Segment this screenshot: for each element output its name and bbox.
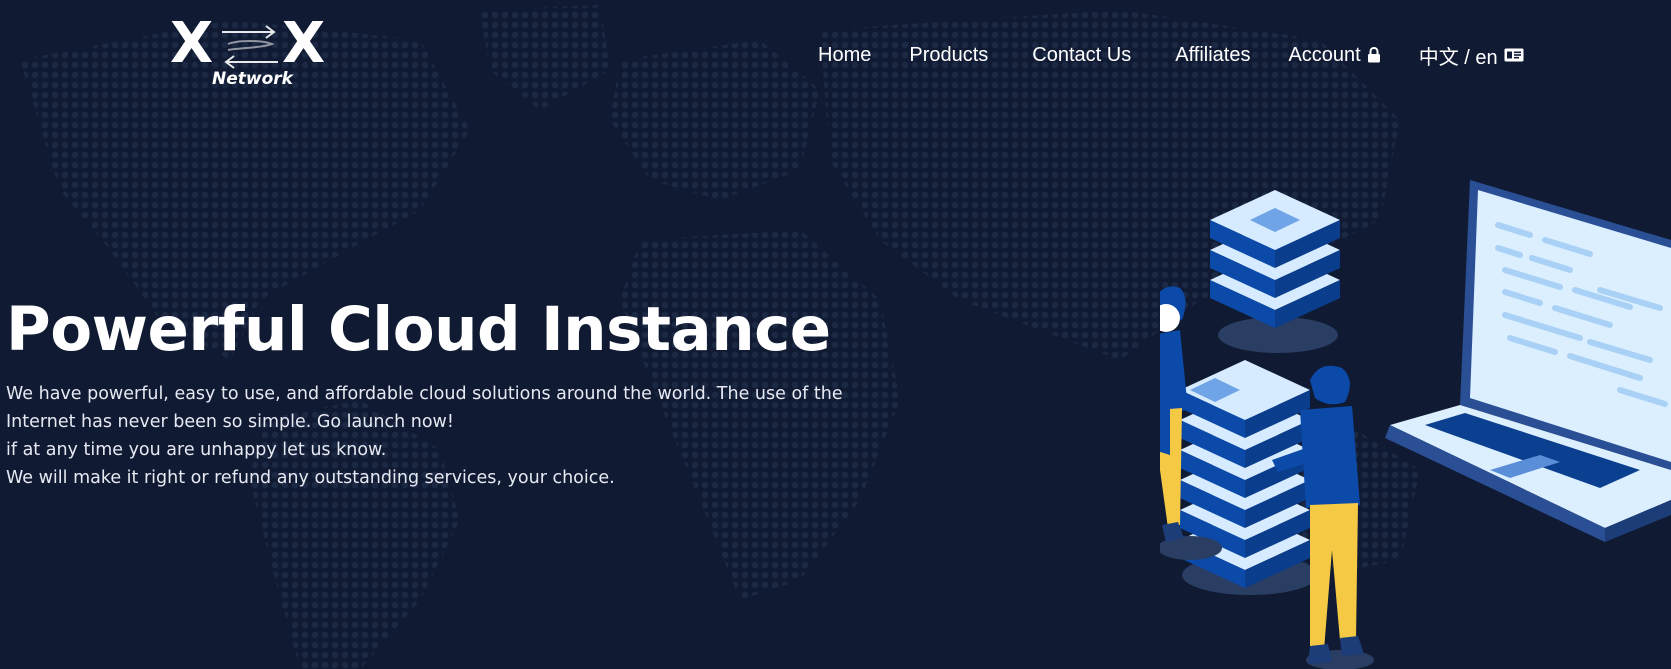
logo-arrows-icon <box>222 25 278 69</box>
logo-letter-right: X <box>282 11 326 76</box>
nav-home-label: Home <box>818 43 872 66</box>
nav-account[interactable]: Account <box>1288 44 1380 67</box>
brand-logo[interactable]: X X Network <box>170 14 340 94</box>
nav-language-label: 中文 / en <box>1418 46 1498 69</box>
nav-contact-us[interactable]: Contact Us <box>1032 44 1131 67</box>
nav-account-label: Account <box>1288 43 1361 66</box>
laptop-illustration <box>1385 180 1671 542</box>
logo-subtitle: Network <box>212 69 293 89</box>
cloud-servers-illustration <box>1160 180 1671 669</box>
server-stack-bottom <box>1180 360 1318 595</box>
server-stack-top <box>1210 190 1340 353</box>
hero-description: We have powerful, easy to use, and affor… <box>6 380 866 492</box>
hero-description-line: We will make it right or refund any outs… <box>6 468 615 488</box>
hero-description-line: if at any time you are unhappy let us kn… <box>6 440 387 460</box>
nav-affiliates[interactable]: Affiliates <box>1175 44 1250 67</box>
nav-products[interactable]: Products <box>909 44 988 67</box>
hero-description-line: We have powerful, easy to use, and affor… <box>6 384 843 432</box>
nav-products-label: Products <box>909 43 989 66</box>
logo-letter-left: X <box>170 11 214 76</box>
nav-affiliates-label: Affiliates <box>1175 43 1251 66</box>
hero-title: Powerful Cloud Instance <box>6 294 831 365</box>
hero-section: Powerful Cloud Instance We have powerful… <box>6 290 886 492</box>
nav-contact-us-label: Contact Us <box>1032 43 1132 66</box>
main-navigation: Home Products Contact Us Affiliates Acco… <box>818 40 1524 70</box>
nav-language-switch[interactable]: 中文 / en <box>1419 41 1524 70</box>
language-card-icon <box>1504 48 1524 62</box>
nav-home[interactable]: Home <box>818 44 871 67</box>
lock-icon <box>1367 47 1380 63</box>
